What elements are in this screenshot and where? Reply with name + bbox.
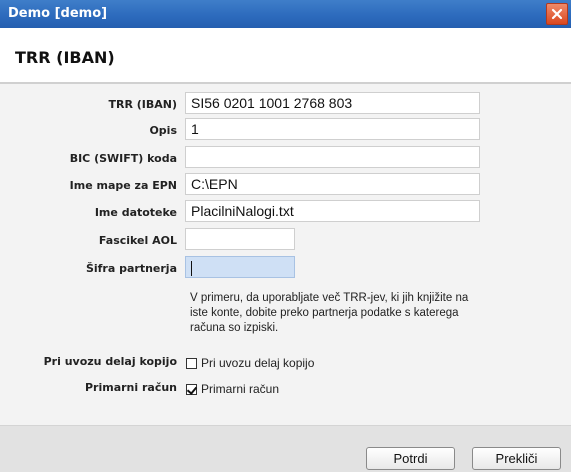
partner-label: Šifra partnerja: [85, 262, 177, 275]
dialog-footer: Potrdi Prekliči: [0, 425, 571, 472]
kopija-checkbox[interactable]: [186, 357, 197, 369]
form-area: TRR (IBAN) SI56 0201 1001 2768 803 Opis …: [0, 84, 571, 425]
bic-label: BIC (SWIFT) koda: [69, 152, 177, 165]
close-button[interactable]: [546, 3, 568, 25]
primarni-label: Primarni račun: [84, 381, 177, 394]
fascikel-field[interactable]: [185, 228, 295, 250]
title-bar[interactable]: Demo [demo]: [0, 0, 571, 28]
text-caret: [191, 260, 192, 276]
partner-code-field[interactable]: [185, 256, 295, 278]
primarni-checkbox[interactable]: [186, 383, 197, 395]
opis-label: Opis: [149, 124, 177, 137]
window-title: Demo [demo]: [8, 6, 108, 21]
close-icon: [551, 8, 563, 20]
trr-field[interactable]: SI56 0201 1001 2768 803: [185, 92, 480, 114]
opis-field[interactable]: 1: [185, 118, 480, 140]
filename-field[interactable]: PlacilniNalogi.txt: [185, 200, 480, 222]
trr-label: TRR (IBAN): [108, 98, 177, 111]
cancel-button[interactable]: Prekliči: [472, 447, 561, 470]
epn-folder-field[interactable]: C:\EPN: [185, 173, 480, 195]
mapa-label: Ime mape za EPN: [69, 179, 177, 192]
dialog-window: Demo [demo] TRR (IBAN) TRR (IBAN) SI56 0…: [0, 0, 571, 472]
page-title: TRR (IBAN): [15, 48, 115, 67]
kopija-checkbox-label[interactable]: Pri uvozu delaj kopijo: [201, 356, 314, 370]
datoteka-label: Ime datoteke: [94, 206, 177, 219]
partner-hint-text: V primeru, da uporabljate več TRR-jev, k…: [190, 292, 469, 334]
fascikel-label: Fascikel AOL: [98, 234, 177, 247]
primarni-checkbox-label[interactable]: Primarni račun: [201, 382, 279, 396]
kopija-checkbox-row[interactable]: Pri uvozu delaj kopijo: [186, 356, 314, 370]
primarni-checkbox-row[interactable]: Primarni račun: [186, 382, 279, 396]
bic-field[interactable]: [185, 146, 480, 168]
kopija-label: Pri uvozu delaj kopijo: [43, 355, 177, 368]
dialog-header: TRR (IBAN): [0, 28, 571, 82]
confirm-button[interactable]: Potrdi: [366, 447, 455, 470]
